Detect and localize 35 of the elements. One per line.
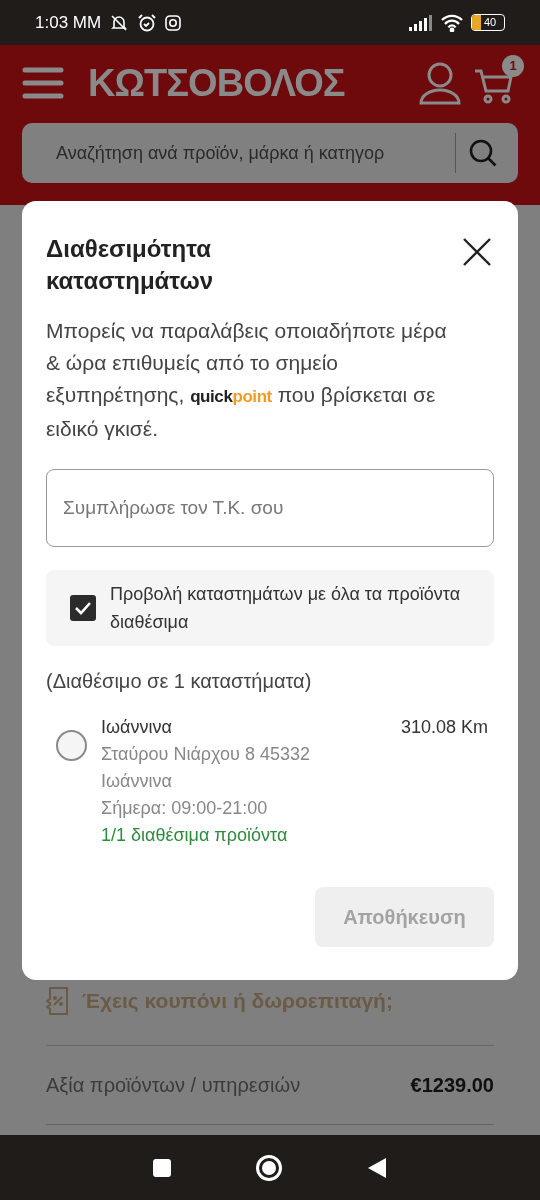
store-radio[interactable] [56, 730, 87, 761]
checkbox[interactable] [70, 595, 96, 621]
battery-icon: 40 [471, 14, 505, 31]
recent-apps-button[interactable] [152, 1158, 171, 1177]
search-icon[interactable] [468, 138, 498, 168]
muted-bell-icon [109, 12, 130, 33]
close-icon[interactable] [462, 237, 492, 267]
home-button[interactable] [256, 1154, 282, 1181]
postcode-field[interactable]: Συμπλήρωσε τον Τ.Κ. σου [46, 469, 494, 547]
filter-label: Προβολή καταστημάτων με όλα τα προϊόντα διαθέσιμα [110, 583, 462, 634]
coupon-link[interactable]: Έχεις κουπόνι ή δωροεπιταγή; [82, 985, 393, 1017]
store-count: (Διαθέσιμο σε 1 καταστήματα) [46, 669, 313, 694]
signal-icon [409, 14, 433, 31]
search-bar[interactable]: Αναζήτηση ανά προϊόν, μάρκα ή κατηγορ [22, 123, 518, 183]
store-hours: Σήμερα: 09:00-21:00 [101, 797, 269, 820]
user-icon[interactable] [418, 61, 462, 105]
alarm-icon [137, 12, 158, 33]
instagram-icon [165, 14, 182, 31]
cart-badge: 1 [502, 55, 524, 77]
coupon-icon [46, 986, 68, 1015]
store-address: Σταύρου Νιάρχου 8 45332 [101, 743, 311, 766]
summary-label: Αξία προϊόντων / υπηρεσιών [46, 1072, 301, 1098]
logo[interactable]: ΚΩΤΣΟΒΟΛΟΣ [88, 64, 345, 102]
status-time: 1:03 MM [35, 11, 102, 34]
store-city: Ιωάννινα [101, 770, 173, 793]
store-name: Ιωάννινα [101, 716, 173, 739]
search-field[interactable]: Αναζήτηση ανά προϊόν, μάρκα ή κατηγορ [56, 133, 443, 173]
menu-icon[interactable] [22, 67, 64, 99]
store-distance: 310.08 Km [400, 716, 488, 739]
wifi-icon [441, 13, 463, 32]
back-button[interactable] [367, 1156, 388, 1179]
summary-value: €1239.00 [410, 1072, 494, 1098]
dialog-title: Διαθεσιμότητα καταστημάτων [46, 234, 215, 296]
dialog-description: Μπορείς να παραλάβεις οποιαδήποτε μέρα & ώρα επιθυμείς από το σημείο εξυπηρέτησης, quickpoint που βρίσκεται σε ειδικό γκισέ. [46, 318, 448, 442]
store-availability: 1/1 διαθέσιμα προϊόντα [101, 824, 289, 847]
